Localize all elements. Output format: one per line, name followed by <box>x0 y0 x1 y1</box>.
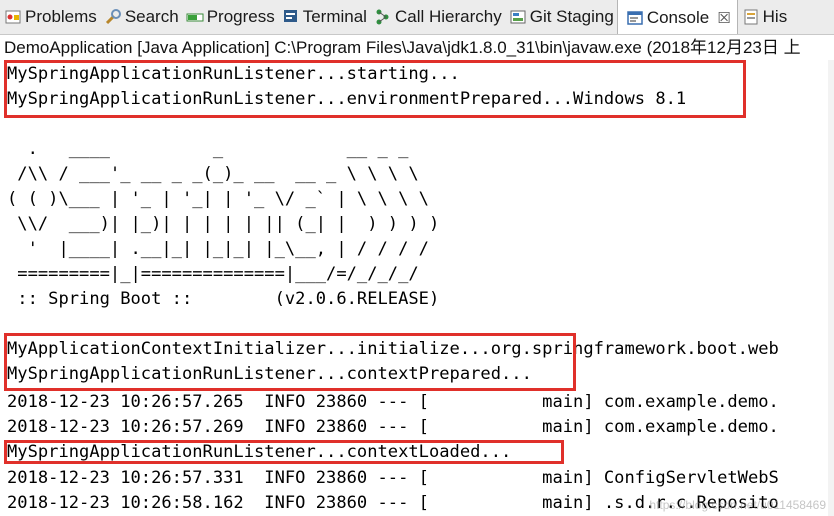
console-line: =========|_|==============|___/=/_/_/_/ <box>7 264 419 284</box>
watermark: https://blog.csdn.net/u011458469 <box>649 498 826 512</box>
console-line: 2018-12-23 10:26:57.265 INFO 23860 --- [… <box>7 392 779 412</box>
tab-problems[interactable]: Problems <box>0 0 100 34</box>
tab-git-staging[interactable]: Git Staging <box>505 0 617 34</box>
problems-icon <box>4 8 22 26</box>
call-hierarchy-icon <box>374 8 392 26</box>
console-line: MyApplicationContextInitializer...initia… <box>7 339 779 359</box>
tab-label: Terminal <box>302 7 367 26</box>
console-line: MySpringApplicationRunListener...startin… <box>7 64 460 84</box>
tab-label: Git Staging <box>529 7 614 26</box>
view-tab-bar: Problems Search Progress Terminal Call Hiera… <box>0 0 834 35</box>
console-line: . ____ _ __ _ _ <box>7 139 409 159</box>
console-line: MySpringApplicationRunListener...context… <box>7 442 512 462</box>
tab-console[interactable]: Console ☒ <box>616 0 738 34</box>
tab-call-hierarchy[interactable]: Call Hierarchy <box>370 0 505 34</box>
tab-label: His <box>762 7 788 26</box>
search-icon <box>104 8 122 26</box>
console-line: ' |____| .__|_| |_|_| |_\__, | / / / / <box>7 239 429 259</box>
tab-his[interactable]: His <box>738 0 791 34</box>
console-output[interactable]: 2018-12-23 10:26:58.162 INFO 23860 --- [… <box>0 60 834 516</box>
console-line: MySpringApplicationRunListener...context… <box>7 364 532 384</box>
tab-progress[interactable]: Progress <box>182 0 278 34</box>
console-line: 2018-12-23 10:26:57.331 INFO 23860 --- [… <box>7 468 779 488</box>
close-icon[interactable]: ☒ <box>717 9 730 27</box>
console-line: \\/ ___)| |_)| | | | | || (_| | ) ) ) ) <box>7 214 440 234</box>
terminal-icon <box>282 8 300 26</box>
tab-label: Call Hierarchy <box>394 7 502 26</box>
console-line: ( ( )\___ | '_ | '_| | '_ \/ _` | \ \ \ … <box>7 189 429 209</box>
tab-label: Progress <box>206 7 275 26</box>
console-description: DemoApplication [Java Application] C:\Pr… <box>4 38 801 57</box>
tab-terminal[interactable]: Terminal <box>278 0 370 34</box>
tab-label: Search <box>124 7 179 26</box>
vertical-scrollbar[interactable] <box>828 60 834 516</box>
console-line: 2018-12-23 10:26:57.269 INFO 23860 --- [… <box>7 417 779 437</box>
console-line: :: Spring Boot :: (v2.0.6.RELEASE) <box>7 289 440 309</box>
tab-label: Console <box>646 8 710 27</box>
console-icon <box>626 9 644 27</box>
progress-icon <box>186 8 204 26</box>
tab-label: Problems <box>25 7 97 26</box>
console-line: MySpringApplicationRunListener...environ… <box>7 89 687 109</box>
history-icon <box>742 8 760 26</box>
git-staging-icon <box>509 8 527 26</box>
tab-search[interactable]: Search <box>100 0 182 34</box>
console-line: /\\ / ___'_ __ _ _(_)_ __ __ _ \ \ \ \ <box>7 164 419 184</box>
